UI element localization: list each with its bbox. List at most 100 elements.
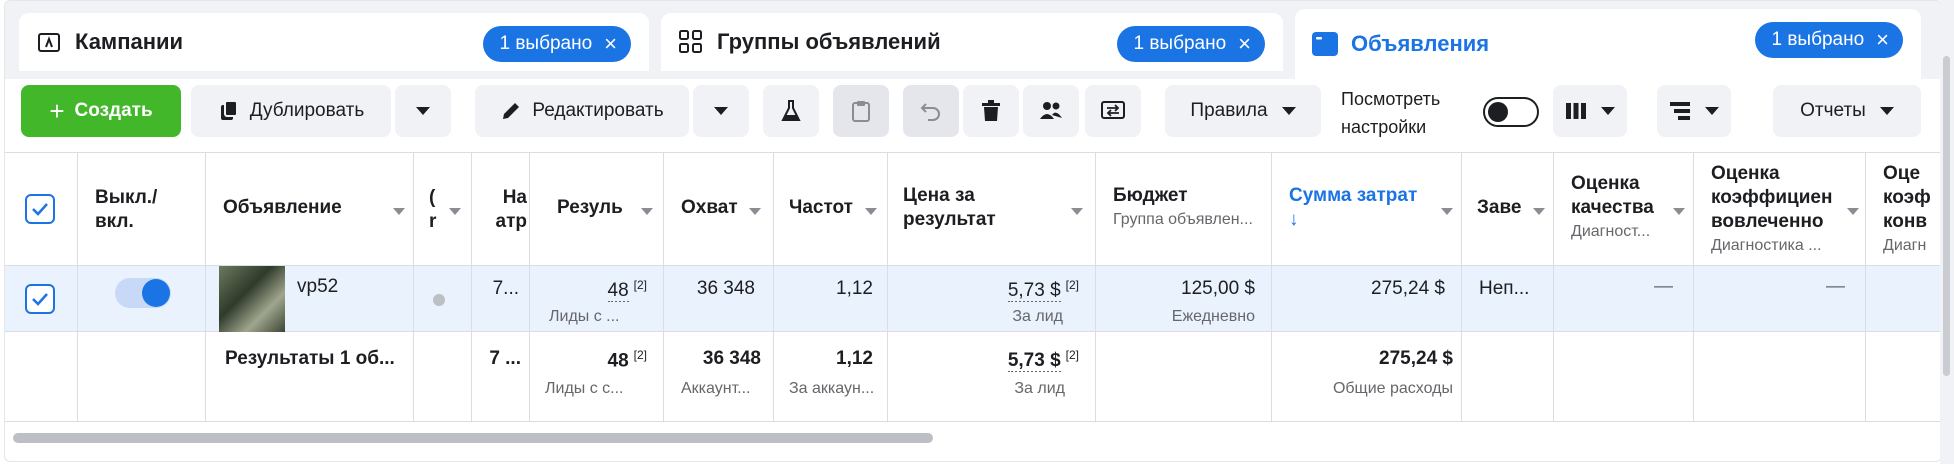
header-frequency[interactable]: Частот bbox=[789, 196, 853, 220]
reports-dropdown[interactable]: Отчеты bbox=[1773, 85, 1921, 137]
header-reach[interactable]: Охват bbox=[681, 196, 741, 220]
header-conv-label: Оце коэф конв bbox=[1883, 163, 1931, 232]
plus-icon: + bbox=[49, 95, 65, 126]
rules-label: Правила bbox=[1190, 100, 1268, 121]
sort-icon[interactable] bbox=[1441, 208, 1453, 215]
select-all-checkbox[interactable] bbox=[25, 194, 55, 224]
header-quality-label: Оценка качества bbox=[1571, 173, 1654, 218]
ads-manager-panel: Кампании 1 выбрано × Группы объявлений 1 … bbox=[4, 0, 1942, 462]
view-settings-toggle[interactable] bbox=[1483, 97, 1539, 127]
ad-thumbnail[interactable] bbox=[219, 266, 285, 332]
toolbar: + Создать Дублировать Редактировать Прав… bbox=[5, 79, 1941, 152]
delivery-status-dot bbox=[433, 294, 445, 306]
header-amount-spent[interactable]: Сумма затрат ↓ bbox=[1289, 184, 1439, 232]
duplicate-button[interactable]: Дублировать bbox=[191, 85, 391, 137]
sort-icon[interactable] bbox=[449, 208, 461, 215]
sort-icon[interactable] bbox=[1533, 208, 1545, 215]
ads-table: Выкл./ вкл. Объявление (r На атр Резуль … bbox=[5, 152, 1941, 422]
tab-ads[interactable]: Объявления 1 выбрано × bbox=[1295, 9, 1921, 79]
close-icon[interactable]: × bbox=[604, 33, 617, 55]
ad-onoff-switch[interactable] bbox=[115, 278, 171, 308]
people-icon bbox=[1039, 100, 1063, 122]
header-conversion-ranking[interactable]: Оце коэф конв Диагн bbox=[1883, 162, 1939, 258]
swap-icon bbox=[1101, 100, 1125, 122]
breakdown-dropdown[interactable] bbox=[1657, 85, 1731, 137]
row-ends: Неп... bbox=[1479, 278, 1530, 299]
reports-label: Отчеты bbox=[1800, 100, 1866, 121]
duplicate-dropdown-button[interactable] bbox=[395, 85, 451, 137]
tab-ad-sets[interactable]: Группы объявлений 1 выбрано × bbox=[661, 13, 1283, 71]
audience-button[interactable] bbox=[1023, 85, 1079, 137]
sort-icon[interactable] bbox=[865, 208, 877, 215]
sort-icon[interactable] bbox=[749, 208, 761, 215]
totals-results-sub: Лиды с с... bbox=[545, 380, 624, 397]
switch-knob bbox=[142, 279, 170, 307]
totals-cpr-sup: [2] bbox=[1065, 348, 1079, 362]
row-quality-ranking: — bbox=[1654, 276, 1673, 297]
header-ends[interactable]: Заве bbox=[1477, 196, 1527, 220]
selected-count-pill[interactable]: 1 выбрано × bbox=[1117, 26, 1265, 62]
ad-window-icon bbox=[1311, 30, 1339, 58]
row-checkbox[interactable] bbox=[25, 284, 55, 314]
header-onoff[interactable]: Выкл./ вкл. bbox=[95, 186, 199, 234]
columns-dropdown[interactable] bbox=[1553, 85, 1627, 137]
header-cost-per-result[interactable]: Цена за результат bbox=[903, 184, 1023, 232]
header-ad-name[interactable]: Объявление bbox=[223, 196, 383, 220]
totals-frequency-sub: За аккаун... bbox=[789, 380, 875, 397]
ad-name-link[interactable]: vp52 bbox=[297, 276, 397, 298]
rules-dropdown[interactable]: Правила bbox=[1165, 85, 1321, 137]
undo-button[interactable] bbox=[903, 85, 959, 137]
row-results-value[interactable]: 48 bbox=[607, 280, 629, 303]
vertical-scrollbar[interactable] bbox=[1943, 56, 1950, 376]
duplicate-icon bbox=[218, 100, 240, 122]
sort-icon[interactable] bbox=[641, 208, 653, 215]
chevron-down-icon bbox=[1281, 107, 1296, 115]
level-tabs: Кампании 1 выбрано × Группы объявлений 1 … bbox=[5, 1, 1941, 79]
header-attribution[interactable]: На атр bbox=[477, 186, 527, 234]
close-icon[interactable]: × bbox=[1876, 29, 1889, 51]
chevron-down-icon bbox=[1601, 107, 1615, 115]
tab-label: Объявления bbox=[1351, 31, 1490, 56]
header-engagement-sub: Диагностика ... bbox=[1711, 237, 1822, 254]
pencil-icon bbox=[500, 100, 522, 122]
row-cpr-value[interactable]: 5,73 $ bbox=[1007, 280, 1061, 303]
totals-results-value: 48 bbox=[607, 350, 629, 372]
header-engagement-ranking[interactable]: Оценка коэффициен вовлеченно Диагностика… bbox=[1711, 162, 1841, 258]
clipboard-button[interactable] bbox=[833, 85, 889, 137]
sort-icon[interactable] bbox=[393, 208, 405, 215]
selected-count-pill[interactable]: 1 выбрано × bbox=[483, 26, 631, 62]
row-budget-sub: Ежедневно bbox=[1171, 308, 1255, 325]
sort-icon[interactable] bbox=[1847, 208, 1859, 215]
edit-dropdown-button[interactable] bbox=[693, 85, 749, 137]
header-budget[interactable]: Бюджет Группа объявлен... bbox=[1113, 184, 1263, 232]
close-icon[interactable]: × bbox=[1238, 33, 1251, 55]
view-settings-label: Посмотреть настройки bbox=[1341, 89, 1441, 137]
campaign-flag-icon bbox=[35, 28, 63, 56]
header-col-c[interactable]: (r bbox=[429, 186, 443, 234]
chevron-down-icon bbox=[416, 107, 430, 115]
row-results-sup: [2] bbox=[633, 278, 647, 292]
row-budget: 125,00 $ bbox=[1181, 278, 1255, 299]
totals-reach-sub: Аккаунт... bbox=[681, 380, 751, 397]
duplicate-label: Дублировать bbox=[249, 100, 365, 121]
totals-cpr-value[interactable]: 5,73 $ bbox=[1007, 350, 1061, 373]
header-col-c-line2: r bbox=[429, 211, 437, 232]
header-quality-ranking[interactable]: Оценка качества Диагност... bbox=[1571, 172, 1681, 244]
ab-test-button[interactable] bbox=[763, 85, 819, 137]
edit-button[interactable]: Редактировать bbox=[475, 85, 689, 137]
sort-icon[interactable] bbox=[1071, 208, 1083, 215]
sort-desc-arrow-icon: ↓ bbox=[1289, 209, 1299, 230]
sort-icon[interactable] bbox=[1673, 208, 1685, 215]
delete-button[interactable] bbox=[963, 85, 1019, 137]
totals-row bbox=[5, 332, 1941, 422]
compare-button[interactable] bbox=[1085, 85, 1141, 137]
row-cpr-sup: [2] bbox=[1065, 278, 1079, 292]
undo-icon bbox=[920, 100, 942, 122]
create-button[interactable]: + Создать bbox=[21, 85, 181, 137]
horizontal-scrollbar[interactable] bbox=[13, 433, 933, 443]
row-results: 48 [2] bbox=[535, 278, 655, 303]
header-results[interactable]: Резуль bbox=[557, 196, 629, 220]
totals-cost-per-result: 5,73 $ [2] bbox=[893, 348, 1089, 373]
tab-campaigns[interactable]: Кампании 1 выбрано × bbox=[19, 13, 649, 71]
selected-count-pill[interactable]: 1 выбрано × bbox=[1755, 22, 1903, 58]
